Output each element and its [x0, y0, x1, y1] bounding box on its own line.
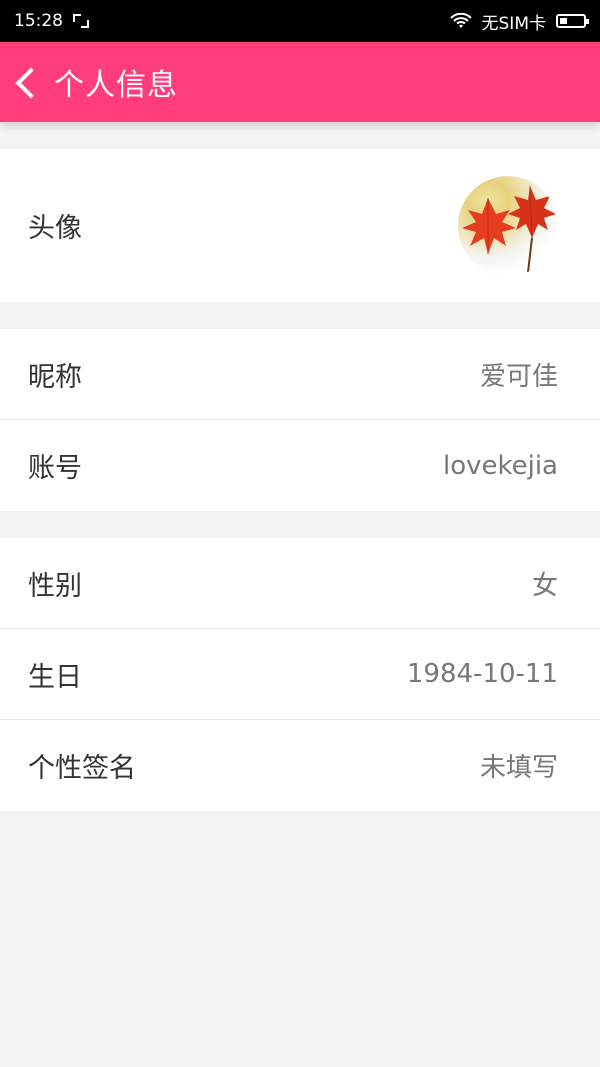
row-gender[interactable]: 性别 女 — [0, 538, 600, 629]
row-signature[interactable]: 个性签名 未填写 — [0, 720, 600, 811]
row-birthday[interactable]: 生日 1984-10-11 — [0, 629, 600, 720]
row-label: 账号 — [28, 453, 82, 484]
status-left: 15:28 — [14, 11, 89, 31]
row-avatar[interactable]: 头像 — [0, 149, 600, 302]
status-time: 15:28 — [14, 11, 63, 31]
row-label: 个性签名 — [28, 753, 136, 784]
nickname-value: 爱可佳 — [479, 361, 558, 392]
gender-value: 女 — [531, 570, 558, 601]
status-carrier: 无SIM卡 — [481, 13, 546, 34]
page-title: 个人信息 — [54, 68, 178, 103]
wifi-icon — [449, 13, 472, 28]
group-avatar: 头像 — [0, 149, 600, 302]
row-nickname[interactable]: 昵称 爱可佳 — [0, 329, 600, 420]
signature-value: 未填写 — [479, 753, 558, 783]
status-bar: 15:28 无SIM卡 — [0, 0, 600, 42]
status-right: 无SIM卡 — [449, 9, 589, 34]
birthday-value: 1984-10-11 — [406, 659, 558, 689]
account-value: lovekejia — [442, 450, 558, 481]
row-label: 昵称 — [28, 361, 82, 393]
maple-leaf-icon — [462, 185, 556, 272]
screenshot-icon — [73, 14, 89, 28]
group-basic: 昵称 爱可佳 账号 lovekejia — [0, 329, 600, 511]
avatar[interactable] — [458, 175, 558, 276]
back-icon[interactable] — [10, 62, 46, 102]
row-label: 生日 — [28, 661, 82, 693]
row-label: 头像 — [28, 213, 82, 244]
row-label: 性别 — [28, 570, 82, 602]
battery-icon — [556, 14, 589, 28]
app-bar: 个人信息 — [0, 42, 600, 122]
group-profile: 性别 女 生日 1984-10-11 个性签名 未填写 — [0, 538, 600, 811]
row-account[interactable]: 账号 lovekejia — [0, 420, 600, 511]
